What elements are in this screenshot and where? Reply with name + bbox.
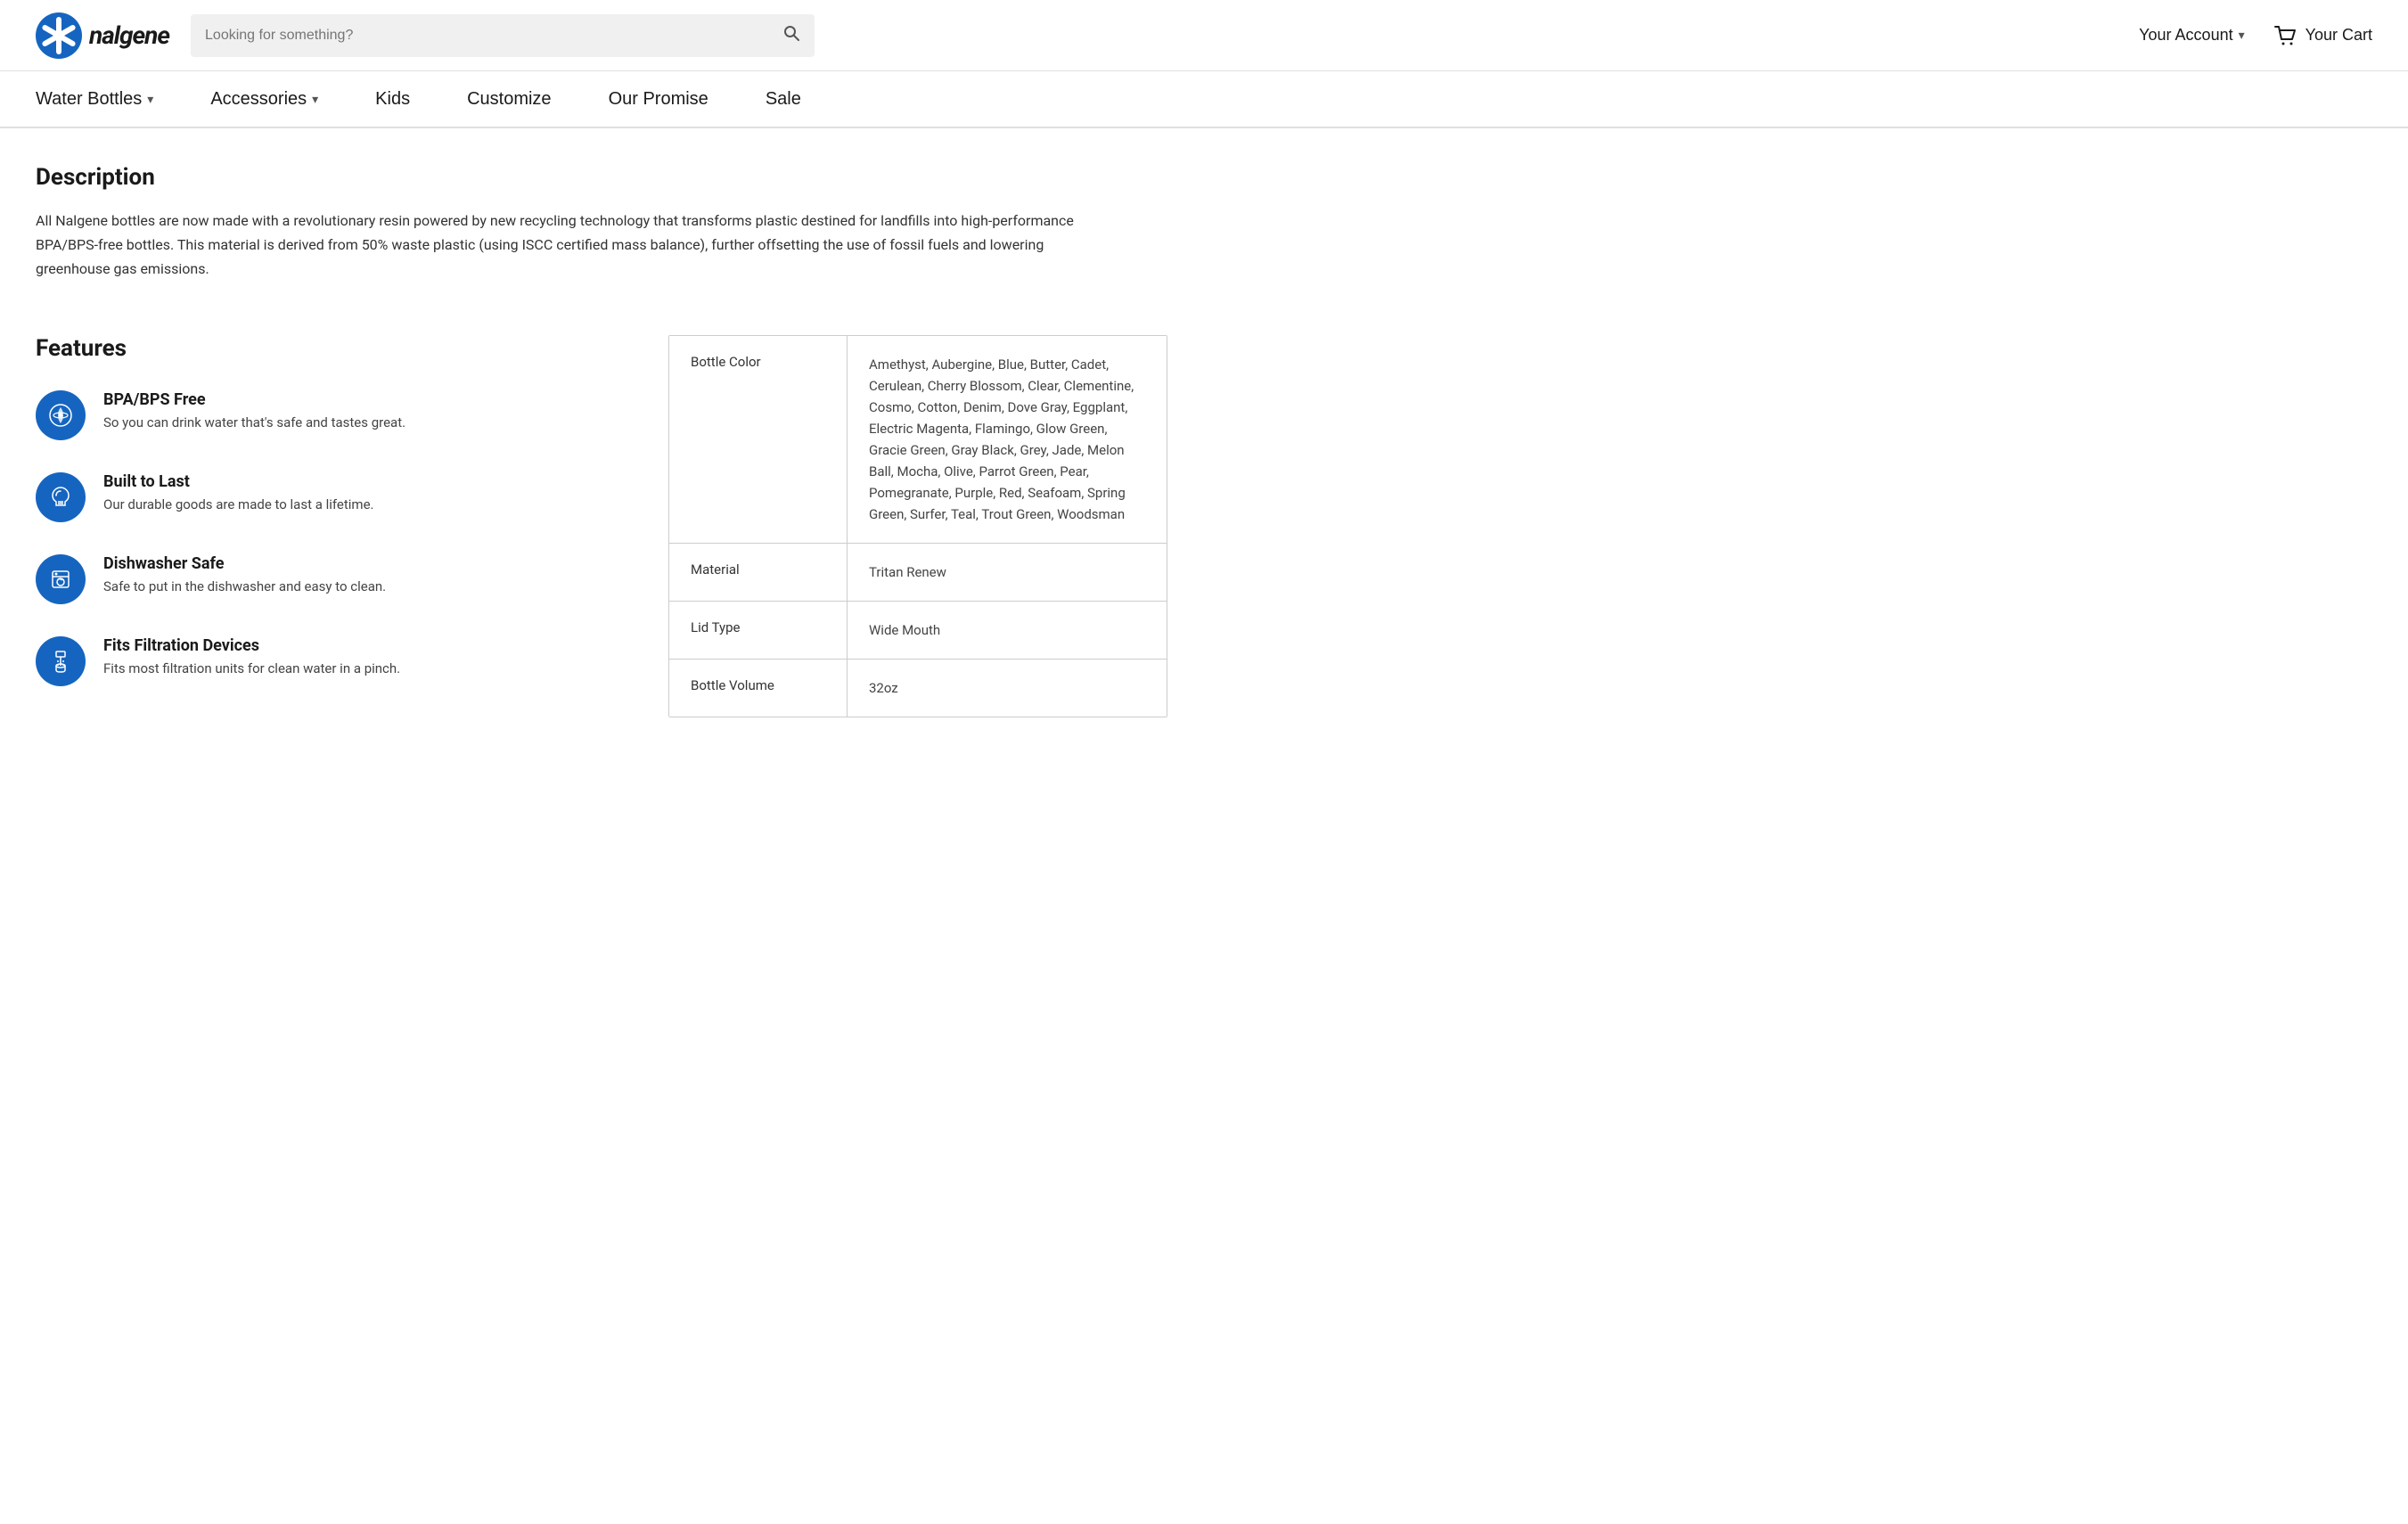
spec-label-bottle-color: Bottle Color <box>669 336 848 543</box>
spec-value-bottle-color: Amethyst, Aubergine, Blue, Butter, Cadet… <box>848 336 1167 543</box>
features-specs-container: Features BPA/BPS Free So you can drink w… <box>36 335 1167 718</box>
nav-customize-label: Customize <box>467 89 551 110</box>
feature-dishwasher-name: Dishwasher Safe <box>103 554 386 573</box>
nav-accessories-label: Accessories <box>210 89 307 110</box>
feature-built-to-last: Built to Last Our durable goods are made… <box>36 472 633 522</box>
cart-button[interactable]: Your Cart <box>2273 25 2372 46</box>
logo-icon <box>36 12 82 59</box>
features-section: Features BPA/BPS Free So you can drink w… <box>36 335 668 718</box>
feature-bpa-desc: So you can drink water that's safe and t… <box>103 413 405 433</box>
spec-label-material: Material <box>669 544 848 601</box>
description-section: Description All Nalgene bottles are now … <box>36 164 1167 282</box>
filtration-icon-circle <box>36 636 86 686</box>
search-bar[interactable] <box>191 14 815 57</box>
site-header: nalgene Your Account ▾ Your Cart <box>0 0 2408 71</box>
feature-fits-filtration: Fits Filtration Devices Fits most filtra… <box>36 636 633 686</box>
header-right: Your Account ▾ Your Cart <box>2139 25 2372 46</box>
feature-dishwasher-text: Dishwasher Safe Safe to put in the dishw… <box>103 554 386 597</box>
spec-row-bottle-volume: Bottle Volume 32oz <box>669 660 1167 717</box>
description-text: All Nalgene bottles are now made with a … <box>36 209 1105 282</box>
nav-item-accessories[interactable]: Accessories ▾ <box>182 71 347 127</box>
feature-dishwasher-desc: Safe to put in the dishwasher and easy t… <box>103 577 386 597</box>
account-label: Your Account <box>2139 26 2232 45</box>
feature-filtration-text: Fits Filtration Devices Fits most filtra… <box>103 636 400 679</box>
cart-icon <box>2273 25 2298 46</box>
main-nav: Water Bottles ▾ Accessories ▾ Kids Custo… <box>0 71 2408 128</box>
nav-item-kids[interactable]: Kids <box>347 71 438 127</box>
specs-table: Bottle Color Amethyst, Aubergine, Blue, … <box>668 335 1167 717</box>
nav-item-sale[interactable]: Sale <box>737 71 830 127</box>
spec-label-bottle-volume: Bottle Volume <box>669 660 848 717</box>
features-title: Features <box>36 335 633 362</box>
spec-value-bottle-volume: 32oz <box>848 660 1167 717</box>
logo-text: nalgene <box>89 20 169 50</box>
feature-bpa-text: BPA/BPS Free So you can drink water that… <box>103 390 405 433</box>
feature-built-name: Built to Last <box>103 472 374 491</box>
feature-filtration-desc: Fits most filtration units for clean wat… <box>103 659 400 679</box>
feature-bpa-name: BPA/BPS Free <box>103 390 405 409</box>
filtration-icon <box>47 648 74 675</box>
feature-filtration-name: Fits Filtration Devices <box>103 636 400 655</box>
description-title: Description <box>36 164 1167 191</box>
cart-label: Your Cart <box>2306 26 2372 45</box>
dishwasher-icon <box>47 566 74 593</box>
search-input[interactable] <box>205 28 782 44</box>
feature-built-desc: Our durable goods are made to last a lif… <box>103 495 374 515</box>
spec-row-bottle-color: Bottle Color Amethyst, Aubergine, Blue, … <box>669 336 1167 544</box>
spec-row-lid-type: Lid Type Wide Mouth <box>669 602 1167 660</box>
spec-label-lid-type: Lid Type <box>669 602 848 659</box>
search-icon <box>782 24 800 42</box>
nav-sale-label: Sale <box>766 89 801 110</box>
search-button[interactable] <box>782 24 800 47</box>
nav-accessories-chevron: ▾ <box>312 92 318 107</box>
feature-dishwasher-safe: Dishwasher Safe Safe to put in the dishw… <box>36 554 633 604</box>
nav-item-our-promise[interactable]: Our Promise <box>580 71 737 127</box>
bpa-icon <box>47 402 74 429</box>
bpa-icon-circle <box>36 390 86 440</box>
nav-kids-label: Kids <box>375 89 410 110</box>
spec-value-material: Tritan Renew <box>848 544 1167 601</box>
nav-our-promise-label: Our Promise <box>609 89 708 110</box>
built-icon-circle <box>36 472 86 522</box>
nav-water-bottles-chevron: ▾ <box>147 92 153 107</box>
spec-row-material: Material Tritan Renew <box>669 544 1167 602</box>
feature-bpa-bps-free: BPA/BPS Free So you can drink water that… <box>36 390 633 440</box>
feature-built-text: Built to Last Our durable goods are made… <box>103 472 374 515</box>
account-chevron-icon: ▾ <box>2239 28 2245 43</box>
nav-water-bottles-label: Water Bottles <box>36 89 142 110</box>
logo[interactable]: nalgene <box>36 12 169 59</box>
account-button[interactable]: Your Account ▾ <box>2139 26 2244 45</box>
nav-item-customize[interactable]: Customize <box>438 71 579 127</box>
dishwasher-icon-circle <box>36 554 86 604</box>
built-icon <box>47 484 74 511</box>
spec-value-lid-type: Wide Mouth <box>848 602 1167 659</box>
nav-item-water-bottles[interactable]: Water Bottles ▾ <box>36 71 182 127</box>
main-content: Description All Nalgene bottles are now … <box>0 128 1203 772</box>
